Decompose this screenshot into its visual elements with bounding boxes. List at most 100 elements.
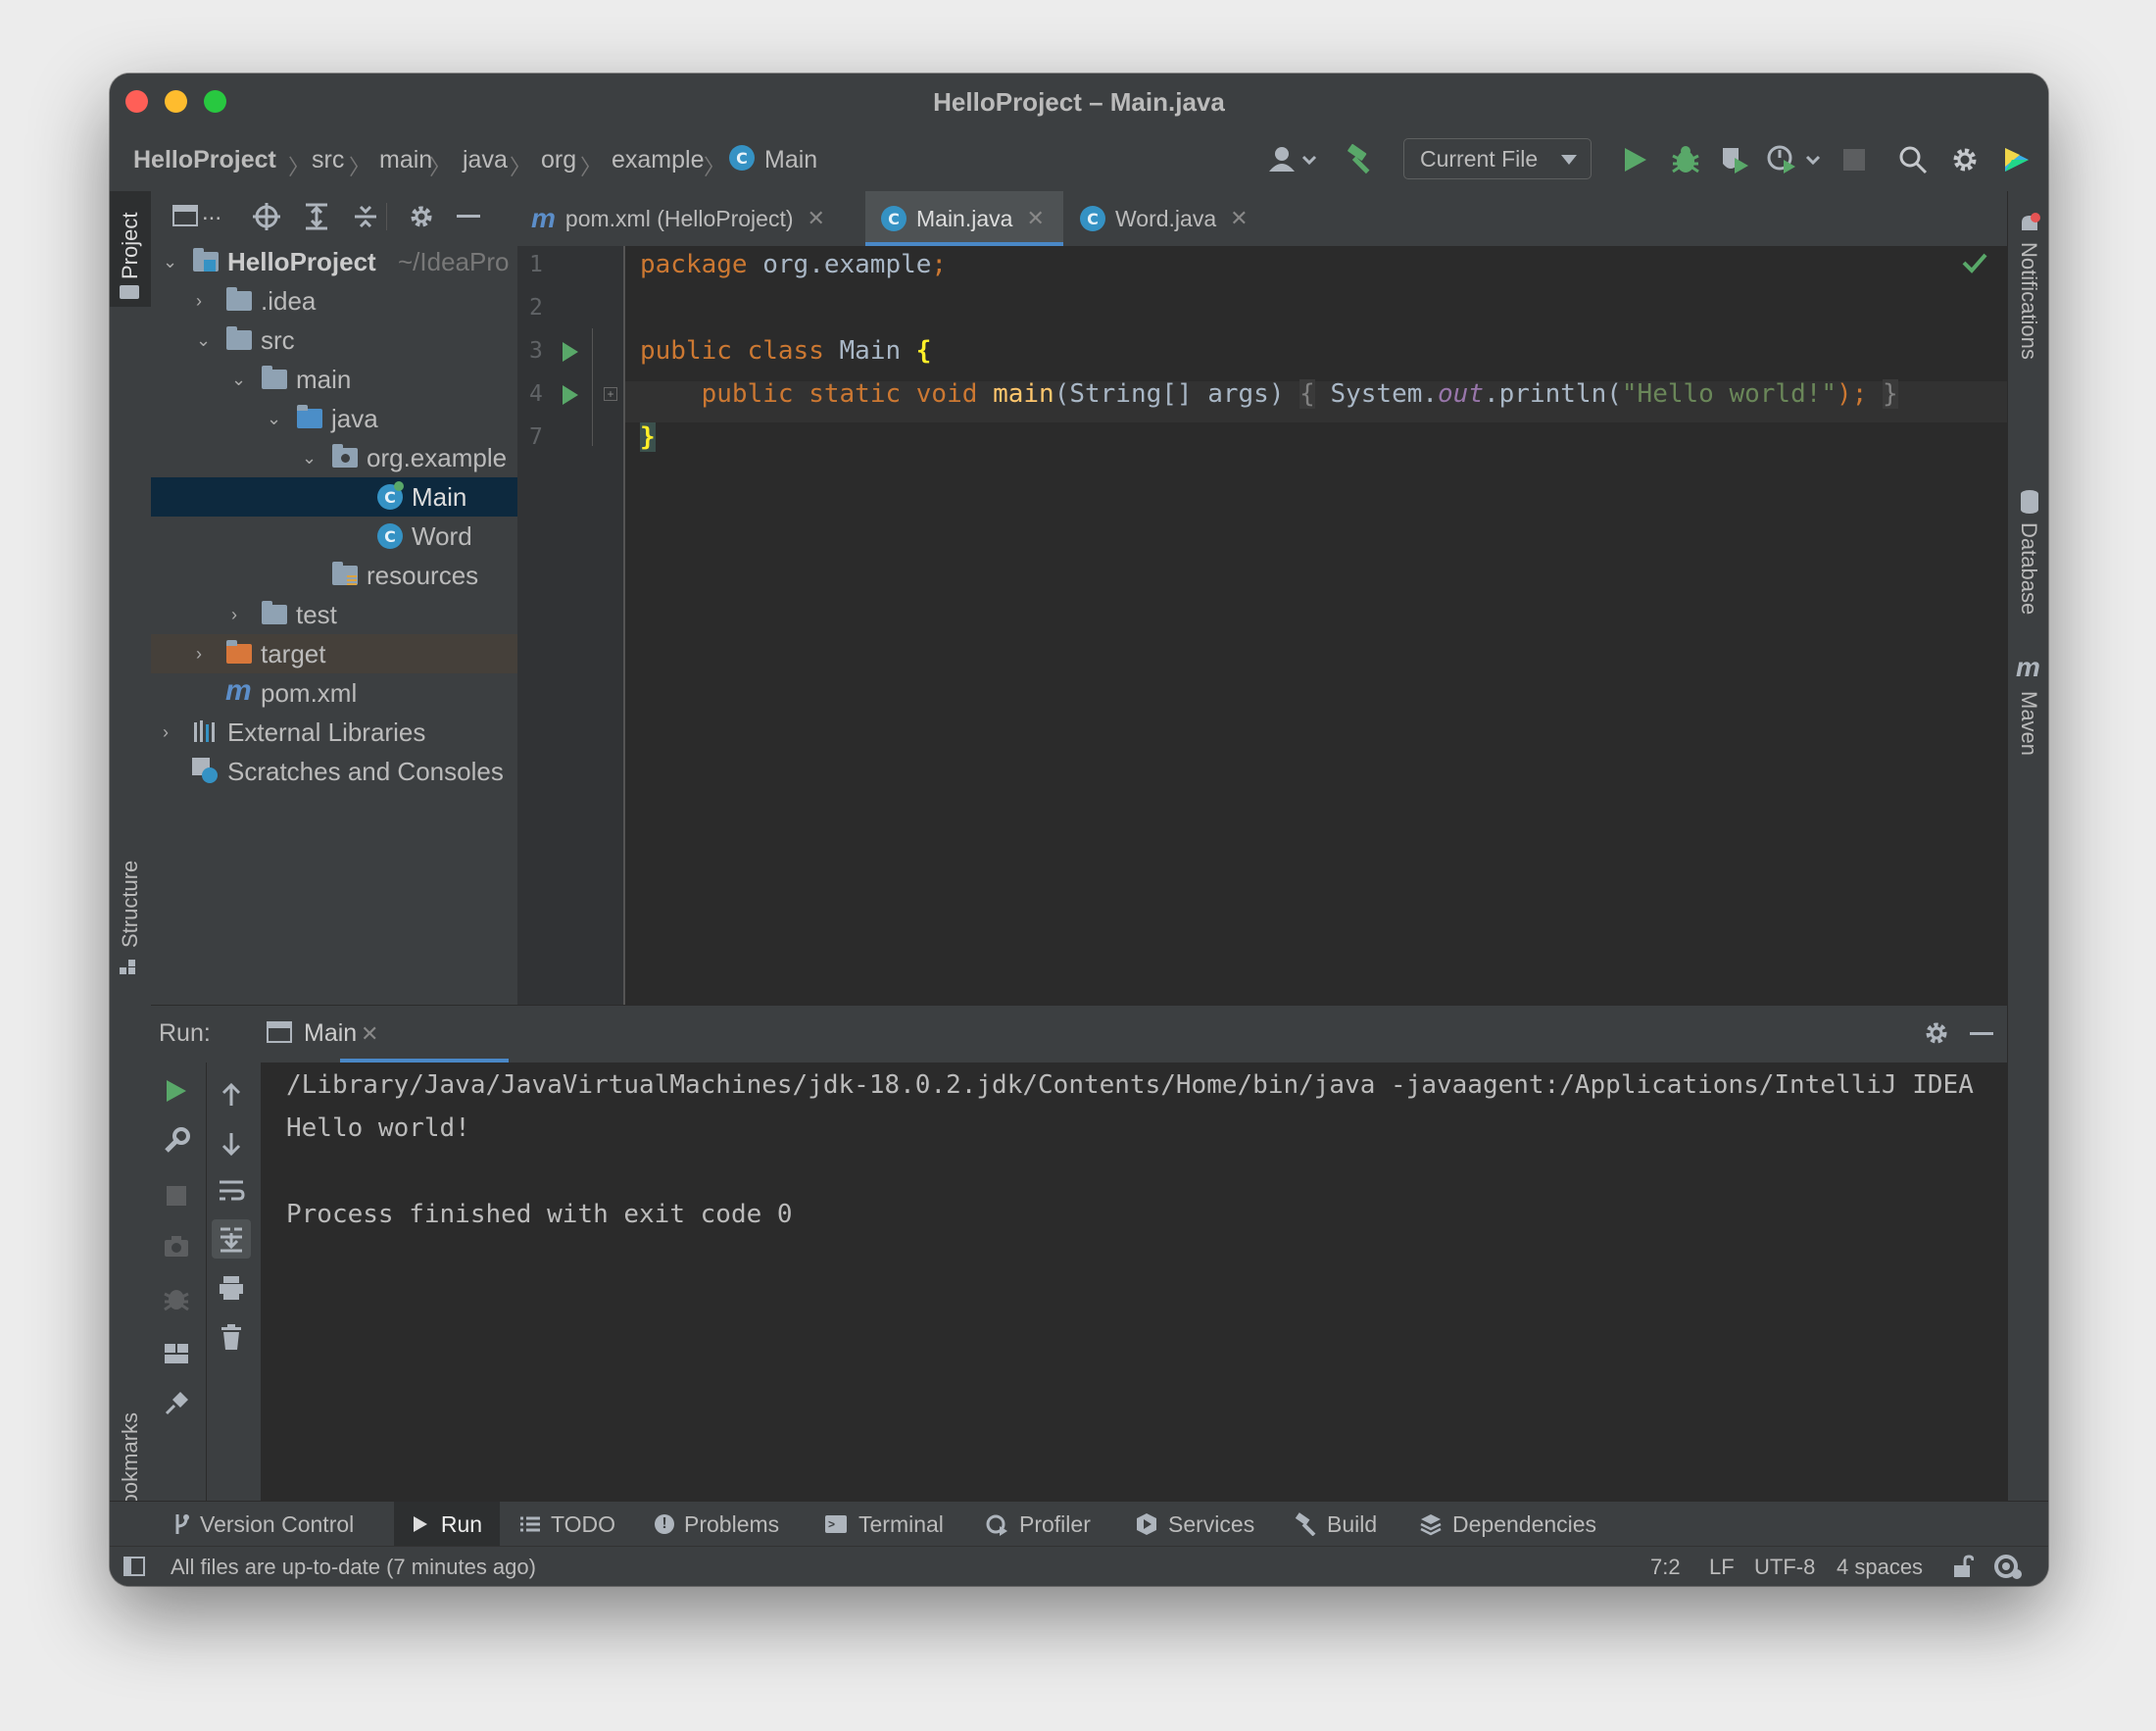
problems-tool-button[interactable]: ! Problems (655, 1502, 779, 1547)
terminal-tool-button[interactable]: > Terminal (825, 1502, 944, 1547)
version-control-tool-button[interactable]: Version Control (172, 1502, 354, 1547)
pin-icon[interactable] (163, 1390, 190, 1417)
chevron-down-icon[interactable]: ⌄ (163, 242, 177, 281)
code-editor[interactable]: 1 2 3 4 7 + package org.example; public … (517, 246, 2007, 1005)
dependencies-tool-button[interactable]: Dependencies (1419, 1502, 1596, 1547)
wrench-icon[interactable] (163, 1127, 190, 1155)
tree-item-target[interactable]: › target (151, 634, 517, 673)
chevron-right-icon[interactable]: › (231, 595, 237, 634)
locate-icon[interactable] (253, 203, 280, 230)
breadcrumb-project[interactable]: HelloProject (133, 128, 276, 191)
tab-main-java[interactable]: C Main.java ✕ (865, 191, 1063, 246)
close-icon[interactable]: ✕ (808, 206, 825, 231)
line-separator[interactable]: LF (1709, 1547, 1735, 1586)
chevron-right-icon[interactable]: › (163, 713, 169, 752)
project-tool-button[interactable]: Project (110, 191, 151, 307)
code-fold-open[interactable]: { (1299, 379, 1315, 409)
gear-icon[interactable] (408, 203, 435, 230)
memory-indicator-icon[interactable] (1993, 1553, 2023, 1580)
run-configuration-selector[interactable]: Current File (1403, 138, 1592, 179)
minimize-icon[interactable] (457, 215, 480, 218)
tree-item-root[interactable]: ⌄ HelloProject ~/IdeaPro (151, 242, 517, 281)
run-tab-main[interactable]: Main (304, 1019, 357, 1048)
fold-icon[interactable]: + (604, 387, 617, 401)
run-gutter-icon[interactable] (561, 340, 580, 364)
build-tool-button[interactable]: Build (1294, 1502, 1377, 1547)
chevron-right-icon[interactable]: › (196, 281, 202, 321)
tab-word-java[interactable]: C Word.java ✕ (1068, 191, 1264, 246)
tree-item-test[interactable]: › test (151, 595, 517, 634)
chevron-down-icon[interactable]: ⌄ (196, 321, 211, 360)
debug-icon[interactable] (163, 1284, 190, 1311)
jetbrains-icon[interactable] (1999, 142, 2034, 177)
breadcrumb-example[interactable]: example (612, 128, 705, 191)
expand-all-icon[interactable] (304, 203, 329, 230)
todo-tool-button[interactable]: TODO (519, 1502, 615, 1547)
debug-icon[interactable] (1668, 142, 1703, 177)
print-icon[interactable] (218, 1274, 245, 1302)
breadcrumb-org[interactable]: org (541, 128, 576, 191)
tree-item-src[interactable]: ⌄ src (151, 321, 517, 360)
chevron-down-icon[interactable]: ⌄ (302, 438, 317, 477)
close-icon[interactable]: ✕ (1026, 206, 1044, 231)
user-icon[interactable] (1266, 144, 1319, 175)
database-icon[interactable] (2019, 489, 2040, 515)
gear-icon[interactable] (1923, 1019, 1950, 1047)
project-view-icon[interactable] (172, 205, 198, 226)
tree-item-main-class[interactable]: C Main (151, 477, 517, 517)
trash-icon[interactable] (220, 1323, 243, 1351)
tree-item-scratches[interactable]: Scratches and Consoles (151, 752, 517, 791)
database-tool-label[interactable]: Database (2016, 522, 2041, 615)
hammer-icon[interactable] (1345, 142, 1380, 177)
arrow-up-icon[interactable] (220, 1082, 243, 1108)
coverage-icon[interactable] (1717, 142, 1752, 177)
project-view-more[interactable]: ... (202, 199, 221, 226)
search-icon[interactable] (1895, 142, 1931, 177)
breadcrumb-main-class[interactable]: Main (764, 128, 817, 191)
tree-item-main[interactable]: ⌄ main (151, 360, 517, 399)
soft-wrap-icon[interactable] (218, 1178, 245, 1204)
notifications-tool-label[interactable]: Notifications (2016, 242, 2041, 360)
stop-icon[interactable] (1838, 144, 1870, 175)
minimize-icon[interactable] (1970, 1032, 1993, 1035)
stop-icon[interactable] (167, 1186, 186, 1206)
breadcrumb-src[interactable]: src (312, 128, 344, 191)
run-gutter-icon[interactable] (561, 383, 580, 407)
profiler-icon[interactable] (1766, 142, 1827, 177)
status-message[interactable]: All files are up-to-date (7 minutes ago) (171, 1547, 536, 1586)
tree-item-java[interactable]: ⌄ java (151, 399, 517, 438)
file-encoding[interactable]: UTF-8 (1754, 1547, 1815, 1586)
profiler-tool-button[interactable]: Profiler (986, 1502, 1091, 1547)
chevron-down-icon[interactable]: ⌄ (231, 360, 246, 399)
close-icon[interactable]: ✕ (361, 1021, 378, 1047)
breadcrumb-main[interactable]: main (379, 128, 432, 191)
services-tool-button[interactable]: Services (1135, 1502, 1254, 1547)
tree-item-external-libraries[interactable]: › External Libraries (151, 713, 517, 752)
notifications-icon[interactable] (2018, 213, 2041, 236)
tree-item-idea[interactable]: › .idea (151, 281, 517, 321)
layout-icon[interactable] (163, 1341, 190, 1366)
tree-item-word-class[interactable]: C Word (151, 517, 517, 556)
indent-setting[interactable]: 4 spaces (1837, 1547, 1923, 1586)
tree-item-pom[interactable]: m pom.xml (151, 673, 517, 713)
chevron-right-icon[interactable]: › (196, 634, 202, 673)
breadcrumb-java[interactable]: java (463, 128, 508, 191)
run-icon[interactable] (1619, 142, 1652, 177)
tab-pom-xml[interactable]: m pom.xml (HelloProject) ✕ (517, 191, 860, 246)
code-fold-close[interactable]: } (1883, 379, 1898, 409)
collapse-all-icon[interactable] (353, 203, 378, 230)
gear-icon[interactable] (1947, 142, 1983, 177)
maven-tool-label[interactable]: Maven (2016, 691, 2041, 756)
rerun-icon[interactable] (165, 1078, 188, 1104)
tree-item-org-example[interactable]: ⌄ org.example (151, 438, 517, 477)
caret-position[interactable]: 7:2 (1650, 1547, 1681, 1586)
run-tool-button[interactable]: Run (394, 1502, 500, 1547)
arrow-down-icon[interactable] (220, 1131, 243, 1157)
run-console[interactable]: /Library/Java/JavaVirtualMachines/jdk-18… (261, 1063, 2007, 1502)
tree-item-resources[interactable]: resources (151, 556, 517, 595)
unlock-icon[interactable] (1952, 1555, 1974, 1578)
scroll-to-end-button[interactable] (212, 1219, 251, 1259)
toggle-tool-windows-icon[interactable] (123, 1557, 145, 1576)
maven-icon[interactable]: m (2016, 652, 2040, 683)
chevron-down-icon[interactable]: ⌄ (267, 399, 281, 438)
